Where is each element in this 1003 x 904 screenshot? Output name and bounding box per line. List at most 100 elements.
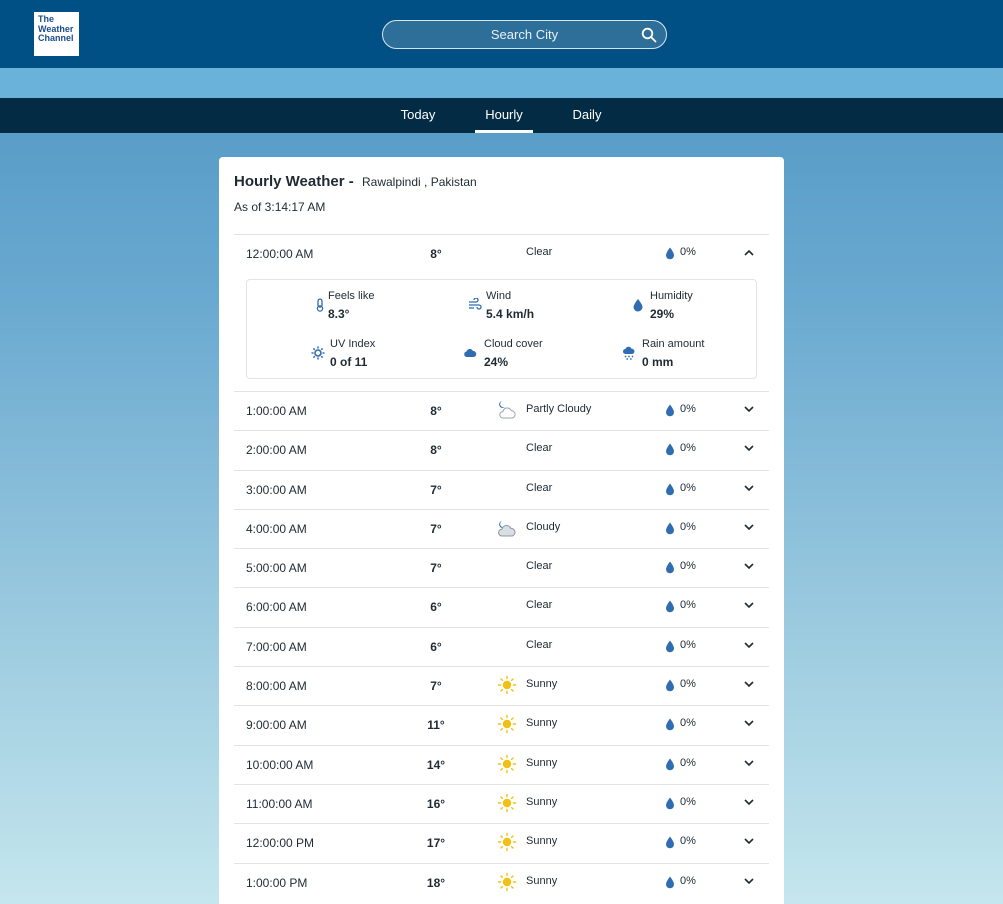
hour-row[interactable]: 3:00:00 AM 7° Clear 0% <box>234 469 769 509</box>
hour-details-panel: Feels like 8.3° Wind 5.4 km/h Humidity 2… <box>246 279 757 379</box>
detail-label: Humidity <box>650 290 693 302</box>
search-box <box>382 20 667 49</box>
tab-today[interactable]: Today <box>393 98 443 133</box>
weather-channel-logo[interactable]: The Weather Channel <box>34 12 79 56</box>
hour-row[interactable]: 10:00:00 AM 14° Sunny 0% <box>234 744 769 784</box>
chevron-down-icon[interactable] <box>744 523 754 531</box>
search-icon[interactable] <box>641 27 657 43</box>
hour-precipitation: 0% <box>680 403 696 415</box>
chevron-down-icon[interactable] <box>744 798 754 806</box>
hour-precipitation: 0% <box>680 756 696 769</box>
sun-icon <box>497 872 517 891</box>
hour-row[interactable]: 12:00:00 AM 8° Clear 0% Feels like 8.3° Win… <box>234 234 769 391</box>
hour-condition: Sunny <box>526 835 558 848</box>
search-input[interactable] <box>383 21 666 48</box>
hour-temperature: 17° <box>426 836 446 851</box>
hour-time: 1:00:00 AM <box>246 404 307 418</box>
thermometer-icon <box>316 298 324 312</box>
hour-condition: Sunny <box>526 717 558 730</box>
hourly-card: Hourly Weather - Rawalpindi , Pakistan A… <box>219 157 784 904</box>
chevron-down-icon[interactable] <box>744 444 754 452</box>
hour-precipitation: 0% <box>680 442 696 455</box>
detail-label: Rain amount <box>642 338 705 350</box>
tab-daily[interactable]: Daily <box>564 98 610 133</box>
hour-condition: Sunny <box>526 678 558 691</box>
sun-icon <box>497 715 517 734</box>
hour-row[interactable]: 12:00:00 PM 17° Sunny 0% <box>234 823 769 862</box>
hour-row[interactable]: 6:00:00 AM 6° Clear 0% <box>234 587 769 626</box>
hour-condition: Sunny <box>526 874 558 887</box>
hour-condition: Partly Cloudy <box>526 403 592 415</box>
hour-time: 8:00:00 AM <box>246 679 307 694</box>
chevron-down-icon[interactable] <box>744 405 754 413</box>
hour-time: 3:00:00 AM <box>246 482 307 497</box>
detail-uv-index: UV Index 0 of 11 <box>311 338 431 370</box>
hour-row[interactable]: 11:00:00 AM 16° Sunny 0% <box>234 783 769 823</box>
hour-row[interactable]: 4:00:00 AM 7° Cloudy 0% <box>234 508 769 548</box>
hour-row[interactable]: 7:00:00 AM 6° Clear 0% <box>234 626 769 666</box>
hour-row[interactable]: 8:00:00 AM 7° Sunny 0% <box>234 666 769 705</box>
logo-line: Channel <box>38 33 74 43</box>
detail-value: 0 mm <box>642 355 674 369</box>
hour-row[interactable]: 5:00:00 AM 7° Clear 0% <box>234 548 769 587</box>
hour-time: 5:00:00 AM <box>246 561 307 576</box>
header-band <box>0 68 1003 98</box>
hour-temperature: 8° <box>430 247 442 261</box>
chevron-down-icon[interactable] <box>744 484 754 492</box>
hour-row[interactable]: 2:00:00 AM 8° Clear 0% <box>234 430 769 469</box>
hour-row[interactable]: 9:00:00 AM 11° Sunny 0% <box>234 705 769 744</box>
chevron-down-icon[interactable] <box>744 877 754 885</box>
chevron-down-icon[interactable] <box>744 759 754 767</box>
hour-condition: Clear <box>526 442 553 455</box>
chevron-down-icon[interactable] <box>744 719 754 727</box>
tab-hourly[interactable]: Hourly <box>475 98 533 133</box>
chevron-down-icon[interactable] <box>744 837 754 845</box>
droplet-icon <box>633 299 643 312</box>
droplet-icon <box>666 522 674 535</box>
detail-label: Feels like <box>328 290 375 302</box>
moon-icon <box>502 443 507 454</box>
top-bar: The Weather Channel <box>0 0 1003 68</box>
hour-time: 9:00:00 AM <box>246 718 307 733</box>
hour-row[interactable]: 1:00:00 PM 18° Sunny 0% <box>234 862 769 902</box>
droplet-icon <box>666 404 674 417</box>
hour-temperature: 14° <box>426 757 446 772</box>
hour-time: 11:00:00 AM <box>246 796 313 811</box>
chevron-down-icon[interactable] <box>744 562 754 570</box>
hour-temperature: 7° <box>430 482 442 497</box>
droplet-icon <box>666 247 674 260</box>
droplet-icon <box>666 797 674 810</box>
rain-icon <box>623 346 635 360</box>
droplet-icon <box>666 876 674 888</box>
hour-temperature: 6° <box>430 639 442 654</box>
detail-value: 8.3° <box>328 307 350 321</box>
hour-precipitation: 0% <box>680 520 696 533</box>
hour-time: 4:00:00 AM <box>246 521 307 536</box>
hour-time: 7:00:00 AM <box>246 639 307 654</box>
detail-wind: Wind 5.4 km/h <box>468 290 588 322</box>
hour-time: 1:00:00 PM <box>246 875 308 890</box>
hour-temperature: 16° <box>426 796 446 811</box>
hour-temperature: 7° <box>430 679 442 694</box>
hour-temperature: 6° <box>430 600 442 615</box>
detail-rain-amount: Rain amount 0 mm <box>622 338 742 370</box>
hour-condition: Clear <box>526 560 553 573</box>
sun-icon <box>497 793 517 813</box>
chevron-up-icon[interactable] <box>744 248 754 256</box>
chevron-down-icon[interactable] <box>744 601 754 609</box>
detail-feels-like: Feels like 8.3° <box>313 290 433 322</box>
hour-precipitation: 0% <box>680 599 696 612</box>
hour-time: 12:00:00 PM <box>246 836 315 851</box>
hour-row[interactable]: 1:00:00 AM 8° Partly Cloudy 0% <box>234 391 769 430</box>
droplet-icon <box>666 679 674 692</box>
chevron-down-icon[interactable] <box>744 641 754 649</box>
moon-icon <box>502 561 507 572</box>
droplet-icon <box>666 600 674 613</box>
hour-temperature: 18° <box>426 875 446 890</box>
detail-humidity: Humidity 29% <box>631 290 751 322</box>
chevron-down-icon[interactable] <box>744 680 754 688</box>
hourly-list: 12:00:00 AM 8° Clear 0% Feels like 8.3° Win… <box>234 234 769 902</box>
sun-icon <box>497 675 517 695</box>
hour-condition: Clear <box>526 246 553 258</box>
moon-icon <box>502 482 507 493</box>
